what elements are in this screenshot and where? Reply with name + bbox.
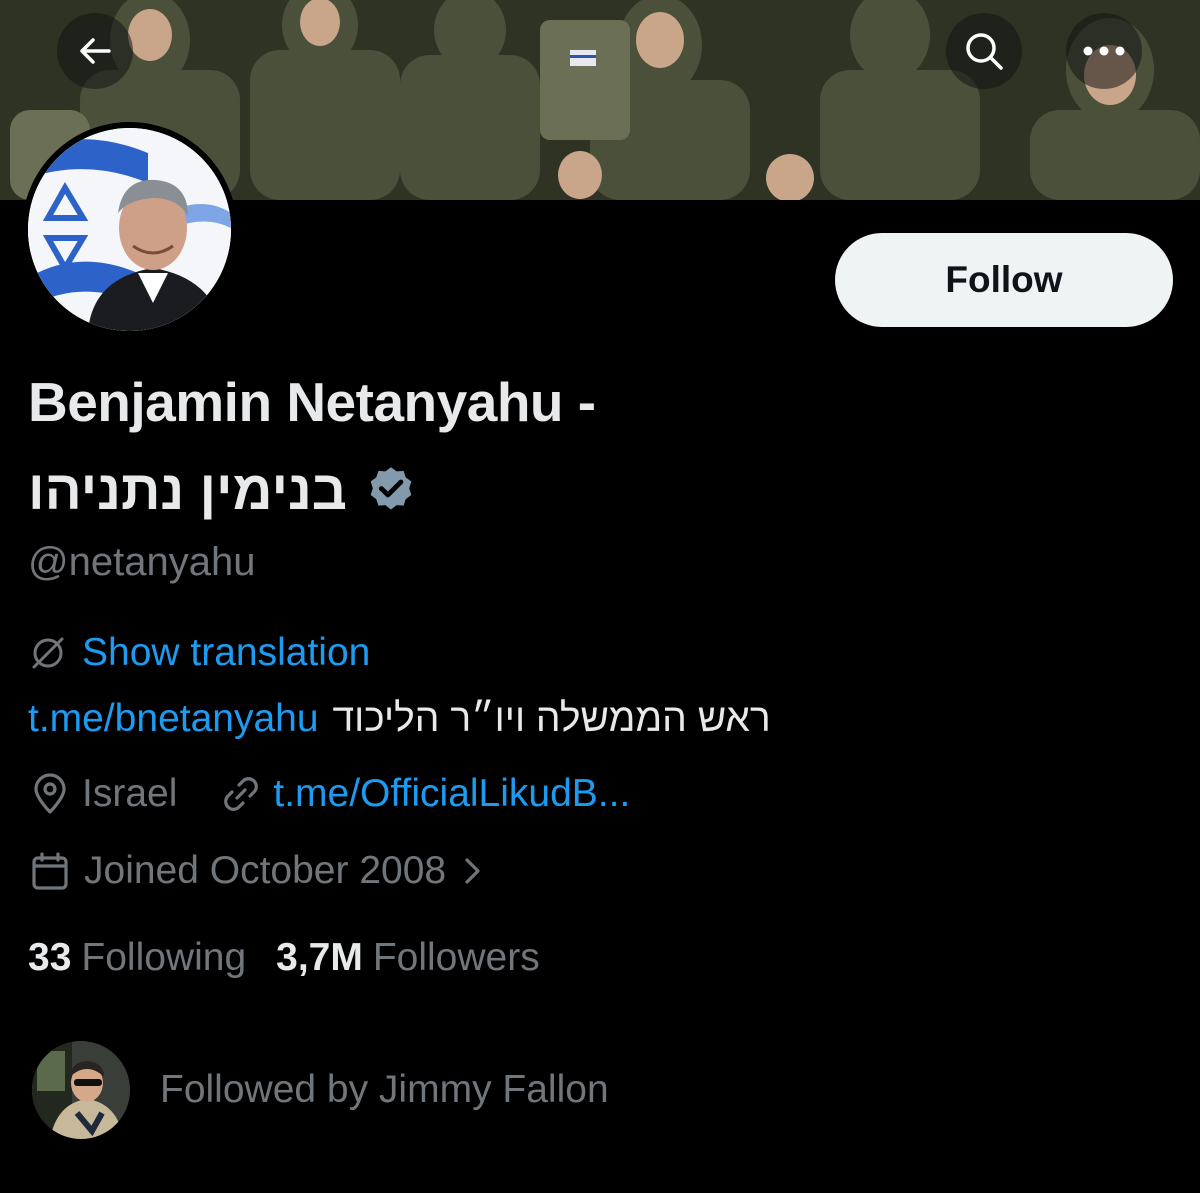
location-item: Israel — [28, 772, 177, 816]
search-button[interactable] — [946, 13, 1022, 89]
globe-slash-icon — [32, 637, 64, 669]
location-pin-icon — [34, 773, 66, 814]
followed-by-text: Followed by Jimmy Fallon — [160, 1068, 609, 1111]
followed-by-avatar-photo — [32, 1041, 130, 1139]
more-button[interactable] — [1066, 13, 1142, 89]
chevron-right-icon — [465, 858, 480, 884]
followed-by-row[interactable]: Followed by Jimmy Fallon — [32, 1040, 609, 1140]
profile-handle: @netanyahu — [28, 540, 256, 584]
translation-row: Show translation — [28, 628, 370, 678]
profile-avatar[interactable] — [22, 122, 237, 337]
location-text: Israel — [82, 772, 178, 815]
following-stat[interactable]: 33 Following — [28, 936, 246, 980]
website-item[interactable]: t.me/OfficialLikudB... — [219, 772, 630, 816]
bio-text: ראש הממשלה ויו״ר הליכוד — [332, 697, 771, 740]
following-label: Following — [81, 936, 247, 979]
more-horizontal-icon — [1083, 46, 1125, 56]
joined-date-row[interactable]: Joined October 2008 — [28, 845, 486, 897]
website-link[interactable]: t.me/OfficialLikudB... — [273, 772, 630, 816]
bio-link[interactable]: t.me/bnetanyahu — [28, 697, 319, 741]
show-translation-link[interactable]: Show translation — [82, 631, 370, 675]
followed-by-avatar — [32, 1041, 130, 1139]
avatar-photo — [28, 128, 231, 331]
arrow-left-icon — [80, 38, 111, 64]
followers-stat[interactable]: 3,7M Followers — [276, 936, 540, 980]
follow-button[interactable]: Follow — [835, 233, 1173, 327]
profile-display-name-hebrew-row: בנימין נתניהו — [28, 455, 417, 525]
following-count: 33 — [28, 936, 72, 979]
profile-display-name-hebrew: בנימין נתניהו — [28, 459, 347, 521]
followers-count: 3,7M — [276, 936, 363, 979]
verified-badge-icon[interactable] — [365, 464, 417, 516]
search-icon — [966, 33, 1003, 70]
follow-stats: 33 Following 3,7M Followers — [28, 932, 540, 984]
link-icon — [224, 777, 259, 811]
joined-date-text: Joined October 2008 — [84, 849, 447, 892]
back-button[interactable] — [57, 13, 133, 89]
followers-label: Followers — [372, 936, 540, 979]
profile-bio: t.me/bnetanyahu ראש הממשלה ויו״ר הליכוד — [28, 694, 771, 744]
calendar-icon — [32, 852, 68, 890]
profile-display-name: Benjamin Netanyahu - — [28, 371, 596, 433]
profile-meta-row: Israel t.me/OfficialLikudB... — [28, 768, 630, 820]
